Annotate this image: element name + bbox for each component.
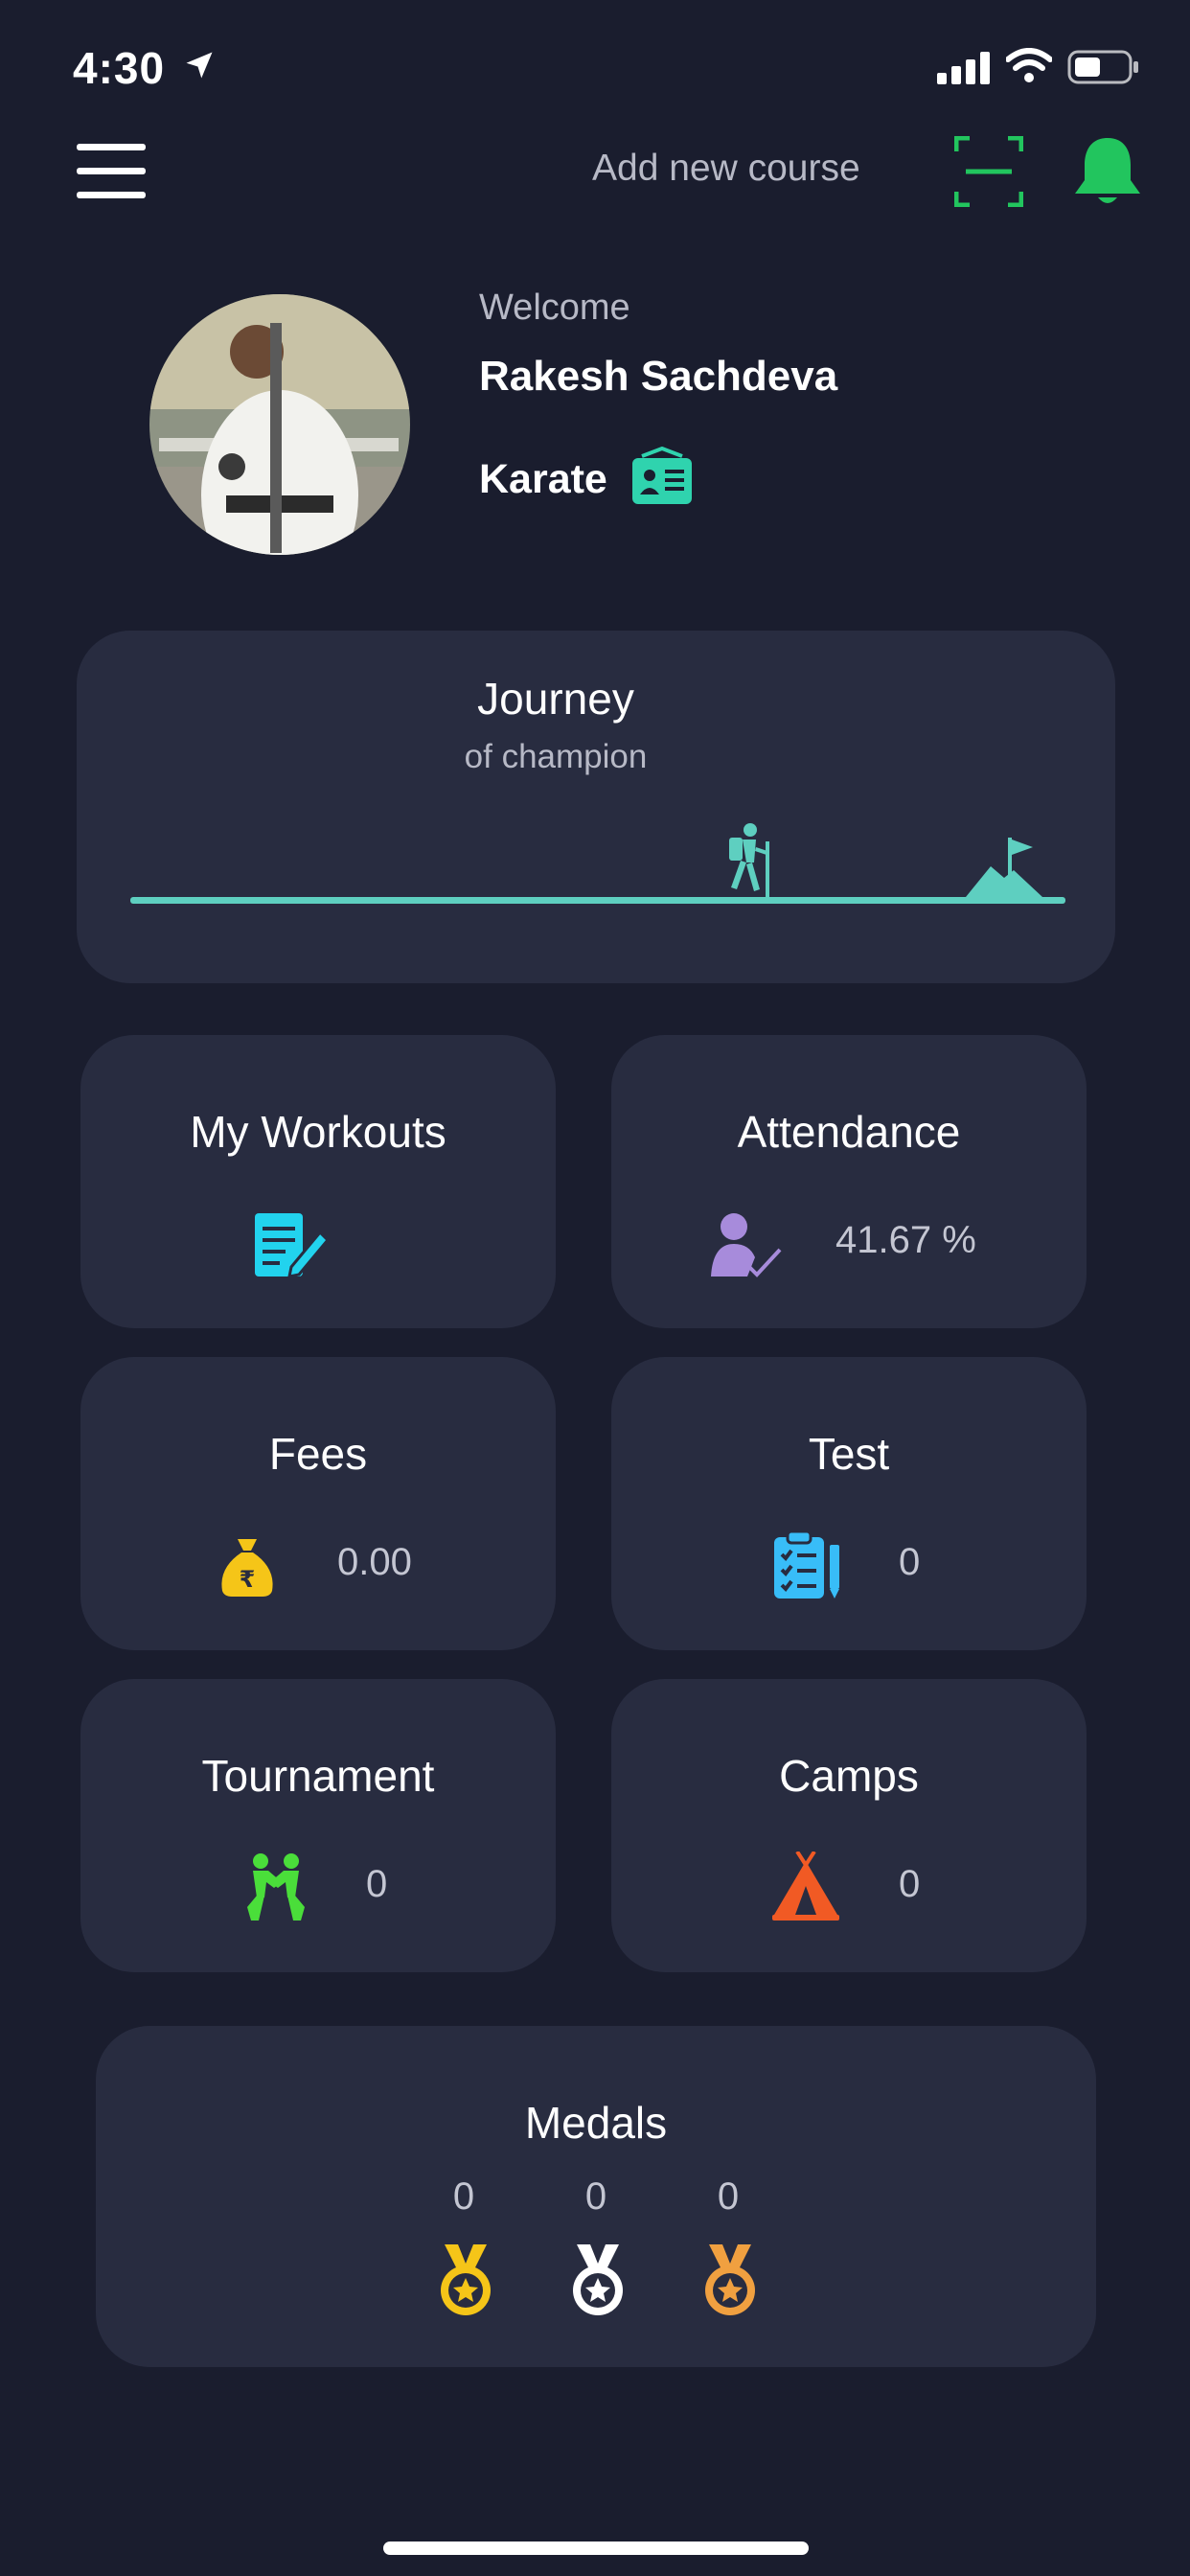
battery-icon — [1067, 50, 1140, 84]
my-workouts-card[interactable]: My Workouts — [80, 1035, 556, 1328]
scan-icon[interactable] — [954, 136, 1023, 207]
journey-card[interactable]: Journey of champion — [77, 631, 1115, 983]
medals-card[interactable]: Medals 0 0 0 — [96, 2026, 1096, 2367]
silver-medal-icon — [569, 2242, 627, 2317]
money-bag-icon: ₹ — [218, 1535, 276, 1598]
camps-title: Camps — [779, 1751, 919, 1801]
summit-flag-icon — [966, 838, 1042, 897]
fees-title: Fees — [268, 1429, 368, 1479]
tournament-value: 0 — [366, 1863, 388, 1905]
journey-progress-track — [130, 897, 1065, 904]
tent-icon — [772, 1852, 839, 1922]
document-edit-icon — [253, 1211, 330, 1280]
hiker-icon — [712, 822, 783, 899]
course-name: Karate — [479, 456, 607, 502]
user-check-icon — [709, 1211, 782, 1280]
status-time: 4:30 — [73, 43, 166, 93]
gold-medal-count: 0 — [452, 2175, 475, 2218]
tournament-card[interactable]: Tournament 0 — [80, 1679, 556, 1972]
my-workouts-title: My Workouts — [190, 1107, 446, 1157]
id-card-icon[interactable] — [630, 447, 694, 506]
gold-medal-icon — [437, 2242, 494, 2317]
bronze-medal-count: 0 — [717, 2175, 740, 2218]
tournament-title: Tournament — [201, 1751, 435, 1801]
camps-card[interactable]: Camps 0 — [611, 1679, 1087, 1972]
svg-text:₹: ₹ — [240, 1566, 256, 1593]
bronze-medal-icon — [701, 2242, 759, 2317]
attendance-value: 41.67 % — [835, 1219, 976, 1261]
location-arrow-icon — [182, 48, 217, 82]
medals-title: Medals — [524, 2098, 668, 2148]
add-new-course-link[interactable]: Add new course — [592, 148, 860, 190]
wifi-icon — [1006, 48, 1052, 84]
test-value: 0 — [899, 1541, 921, 1583]
camps-value: 0 — [899, 1863, 921, 1905]
silver-medal-count: 0 — [584, 2175, 607, 2218]
welcome-label: Welcome — [479, 288, 630, 328]
clipboard-list-icon — [772, 1531, 843, 1600]
fees-card[interactable]: Fees ₹ 0.00 — [80, 1357, 556, 1650]
home-indicator[interactable] — [383, 2542, 809, 2555]
attendance-card[interactable]: Attendance 41.67 % — [611, 1035, 1087, 1328]
avatar[interactable] — [149, 294, 410, 555]
journey-title: Journey — [477, 674, 634, 724]
test-card[interactable]: Test 0 — [611, 1357, 1087, 1650]
test-title: Test — [808, 1429, 890, 1479]
user-name: Rakesh Sachdeva — [479, 353, 838, 400]
attendance-title: Attendance — [737, 1107, 961, 1157]
cellular-signal-icon — [937, 52, 993, 84]
wrestlers-icon — [240, 1852, 312, 1922]
bell-icon[interactable] — [1071, 134, 1144, 209]
menu-icon[interactable] — [77, 144, 146, 199]
fees-value: 0.00 — [337, 1541, 412, 1583]
journey-subtitle: of champion — [464, 738, 648, 775]
